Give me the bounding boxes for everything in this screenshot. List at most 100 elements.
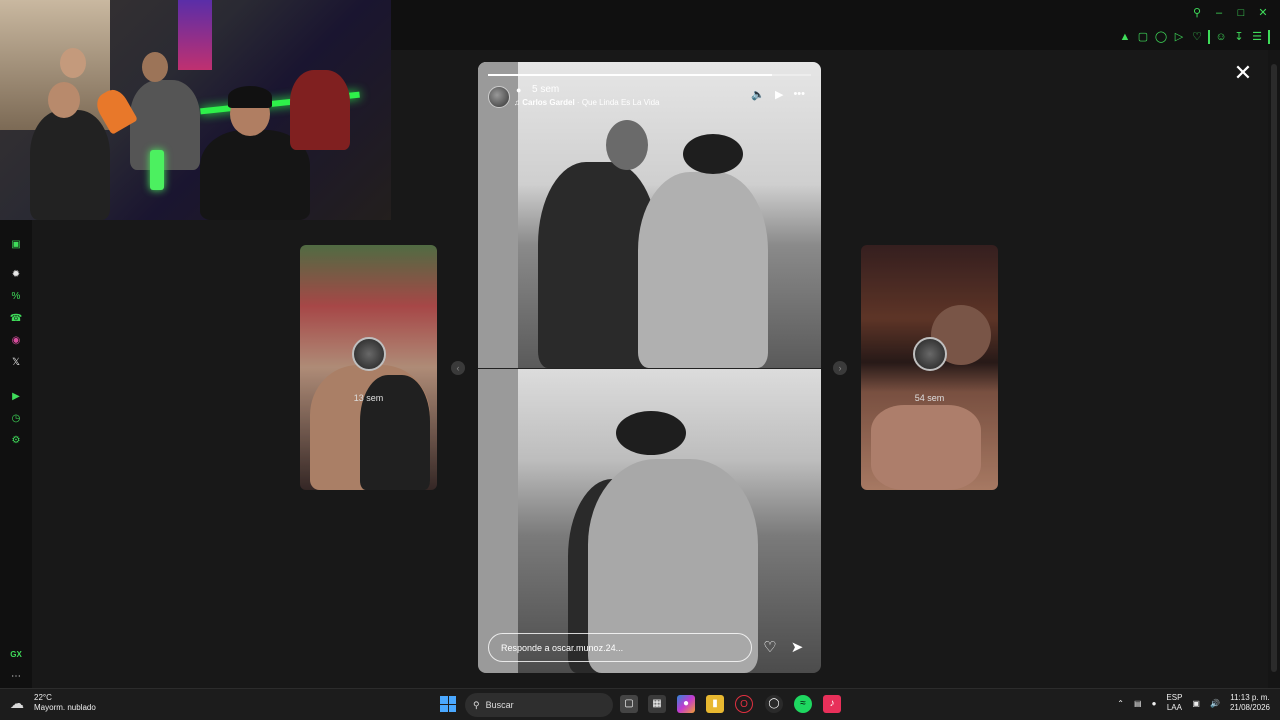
gx-label[interactable]: GX xyxy=(8,646,24,662)
song-title: Que Linda Es La Vida xyxy=(581,98,660,107)
task-view-icon[interactable]: ▢ xyxy=(620,695,638,713)
photo-person-head xyxy=(606,120,648,170)
webcam-person xyxy=(130,80,200,170)
toolbar-icons: ▲ ▢ ◯ ▷ ♡ ☺ ↧ ☰ xyxy=(1118,30,1270,44)
story-controls: 🔈 ▶ ••• xyxy=(751,88,805,101)
windows-start-icon[interactable] xyxy=(440,696,456,712)
toolbar-divider xyxy=(1208,30,1210,44)
current-story[interactable]: ● 5 sem ♫ Carlos Gardel · Que Linda Es L… xyxy=(478,62,821,673)
weather-desc: Mayorm. nublado xyxy=(34,703,96,712)
previous-story-avatar xyxy=(351,337,386,371)
chevron-up-icon[interactable]: ⌃ xyxy=(1117,699,1124,708)
webcam-poster xyxy=(178,0,212,70)
whatsapp-icon[interactable]: ☎ xyxy=(8,310,24,326)
previous-story-time: 13 sem xyxy=(353,393,384,403)
taskbar-search[interactable]: ⚲ Buscar xyxy=(465,693,613,717)
webcam-person xyxy=(30,110,110,220)
clock-time: 11:13 p. m. xyxy=(1230,693,1270,702)
percent-icon[interactable]: % xyxy=(8,288,24,304)
story-progress-fill xyxy=(488,74,773,76)
next-story-time: 54 sem xyxy=(914,393,945,403)
next-arrow-icon[interactable]: › xyxy=(833,361,847,375)
send-icon[interactable]: ➤ xyxy=(788,639,806,657)
m365-icon[interactable]: ● xyxy=(677,695,695,713)
menu-icon[interactable]: ☰ xyxy=(1250,30,1264,44)
scrollbar-thumb[interactable] xyxy=(1271,64,1277,672)
microphone-icon[interactable]: ● xyxy=(1152,699,1157,708)
opera-gx-icon[interactable]: O xyxy=(735,695,753,713)
network-icon[interactable]: ▤ xyxy=(1134,699,1142,708)
settings-icon[interactable]: ⚙ xyxy=(8,432,24,448)
download-icon[interactable]: ↧ xyxy=(1232,30,1246,44)
previous-arrow-icon[interactable]: ‹ xyxy=(451,361,465,375)
webcam-cap xyxy=(228,86,272,108)
story-figure xyxy=(871,405,981,490)
language-indicator[interactable]: ESP LAA xyxy=(1166,693,1182,713)
windows-taskbar: ☁ 22°C Mayorm. nublado ⚲ Buscar ▢ ▦ ● ▮ … xyxy=(0,688,1280,720)
volume-icon[interactable]: 🔊 xyxy=(1210,699,1220,708)
clock-date: 21/08/2026 xyxy=(1229,703,1270,712)
profile-icon[interactable]: ☺ xyxy=(1214,30,1228,44)
lang-bottom: LAA xyxy=(1166,703,1182,712)
next-story[interactable]: 54 sem xyxy=(861,245,998,490)
pin-icon[interactable]: ▲ xyxy=(1118,30,1132,44)
display-icon[interactable]: ▣ xyxy=(1192,699,1200,708)
x-icon[interactable]: 𝕏 xyxy=(8,354,24,370)
screen: ⚲ – □ ✕ ▲ ▢ ◯ ▷ ♡ ☺ ↧ ☰ ▣ ✹ % ☎ ◉ 𝕏 ▶ ◷ … xyxy=(0,0,1280,720)
window-controls: ⚲ – □ ✕ xyxy=(1190,6,1270,20)
speaker-icon[interactable]: 🔈 xyxy=(751,88,765,101)
more-icon[interactable]: ••• xyxy=(793,88,805,101)
player-icon[interactable]: ▶ xyxy=(8,388,24,404)
story-photo-bottom xyxy=(478,369,821,673)
close-icon[interactable]: ✕ xyxy=(1232,62,1254,84)
heart-icon[interactable]: ♡ xyxy=(761,639,779,657)
song-separator: · xyxy=(574,98,582,107)
close-window-icon[interactable]: ✕ xyxy=(1256,6,1270,20)
system-tray: ⌃ ▤ ● ESP LAA ▣ 🔊 11:13 p. m. 21/08/2026 xyxy=(1117,693,1270,713)
more-icon[interactable]: ⋯ xyxy=(8,668,24,684)
play-icon[interactable]: ▷ xyxy=(1172,30,1186,44)
toolbar-divider xyxy=(1268,30,1270,44)
weather-widget[interactable]: ☁ 22°C Mayorm. nublado xyxy=(10,693,96,713)
history-icon[interactable]: ◷ xyxy=(8,410,24,426)
instagram-icon[interactable]: ◉ xyxy=(8,332,24,348)
heart-icon[interactable]: ♡ xyxy=(1190,30,1204,44)
photo-person xyxy=(638,172,768,368)
webcam-overlay xyxy=(0,0,391,220)
webcam-person-head xyxy=(60,48,86,78)
chatgpt-icon[interactable]: ✹ xyxy=(8,266,24,282)
spotify-icon[interactable]: ≈ xyxy=(794,695,812,713)
next-story-avatar xyxy=(912,337,947,371)
shield-icon[interactable]: ◯ xyxy=(1154,30,1168,44)
story-avatar[interactable] xyxy=(488,86,510,108)
photo-person-cap xyxy=(683,134,743,174)
lang-top: ESP xyxy=(1166,693,1183,702)
previous-story[interactable]: 13 sem xyxy=(300,245,437,490)
clock[interactable]: 11:13 p. m. 21/08/2026 xyxy=(1230,693,1270,713)
browser-top-bar: ⚲ – □ ✕ ▲ ▢ ◯ ▷ ♡ ☺ ↧ ☰ xyxy=(391,0,1280,50)
page-scrollbar[interactable] xyxy=(1268,50,1280,688)
file-explorer-icon[interactable]: ▮ xyxy=(706,695,724,713)
photo-person-cap xyxy=(616,411,686,455)
webcam-person-head xyxy=(142,52,168,82)
minimize-icon[interactable]: – xyxy=(1212,6,1226,20)
search-icon[interactable]: ⚲ xyxy=(1190,6,1204,20)
weather-temp: 22°C xyxy=(34,693,52,702)
screenshot-icon[interactable]: ▢ xyxy=(1136,30,1150,44)
store-icon[interactable]: ▦ xyxy=(648,695,666,713)
search-icon: ⚲ xyxy=(473,699,480,710)
browser-sidebar: ▣ ✹ % ☎ ◉ 𝕏 ▶ ◷ ⚙ GX ⋯ xyxy=(0,220,32,688)
webcam-bottle xyxy=(150,150,164,190)
reply-input[interactable]: Responde a oscar.munoz.24... xyxy=(488,633,752,662)
story-music[interactable]: ♫ Carlos Gardel · Que Linda Es La Vida xyxy=(514,98,660,107)
maximize-icon[interactable]: □ xyxy=(1234,6,1248,20)
gamepad-icon[interactable]: ▣ xyxy=(8,236,24,252)
webcam-chair xyxy=(290,70,350,150)
play-icon[interactable]: ▶ xyxy=(775,88,783,101)
webcam-person-head xyxy=(48,82,80,118)
chrome-icon[interactable]: ◯ xyxy=(765,695,783,713)
photo-wall xyxy=(478,369,518,673)
story-header: ● 5 sem ♫ Carlos Gardel · Que Linda Es L… xyxy=(488,84,811,110)
tiktok-icon[interactable]: ♪ xyxy=(823,695,841,713)
search-label: Buscar xyxy=(485,700,514,710)
